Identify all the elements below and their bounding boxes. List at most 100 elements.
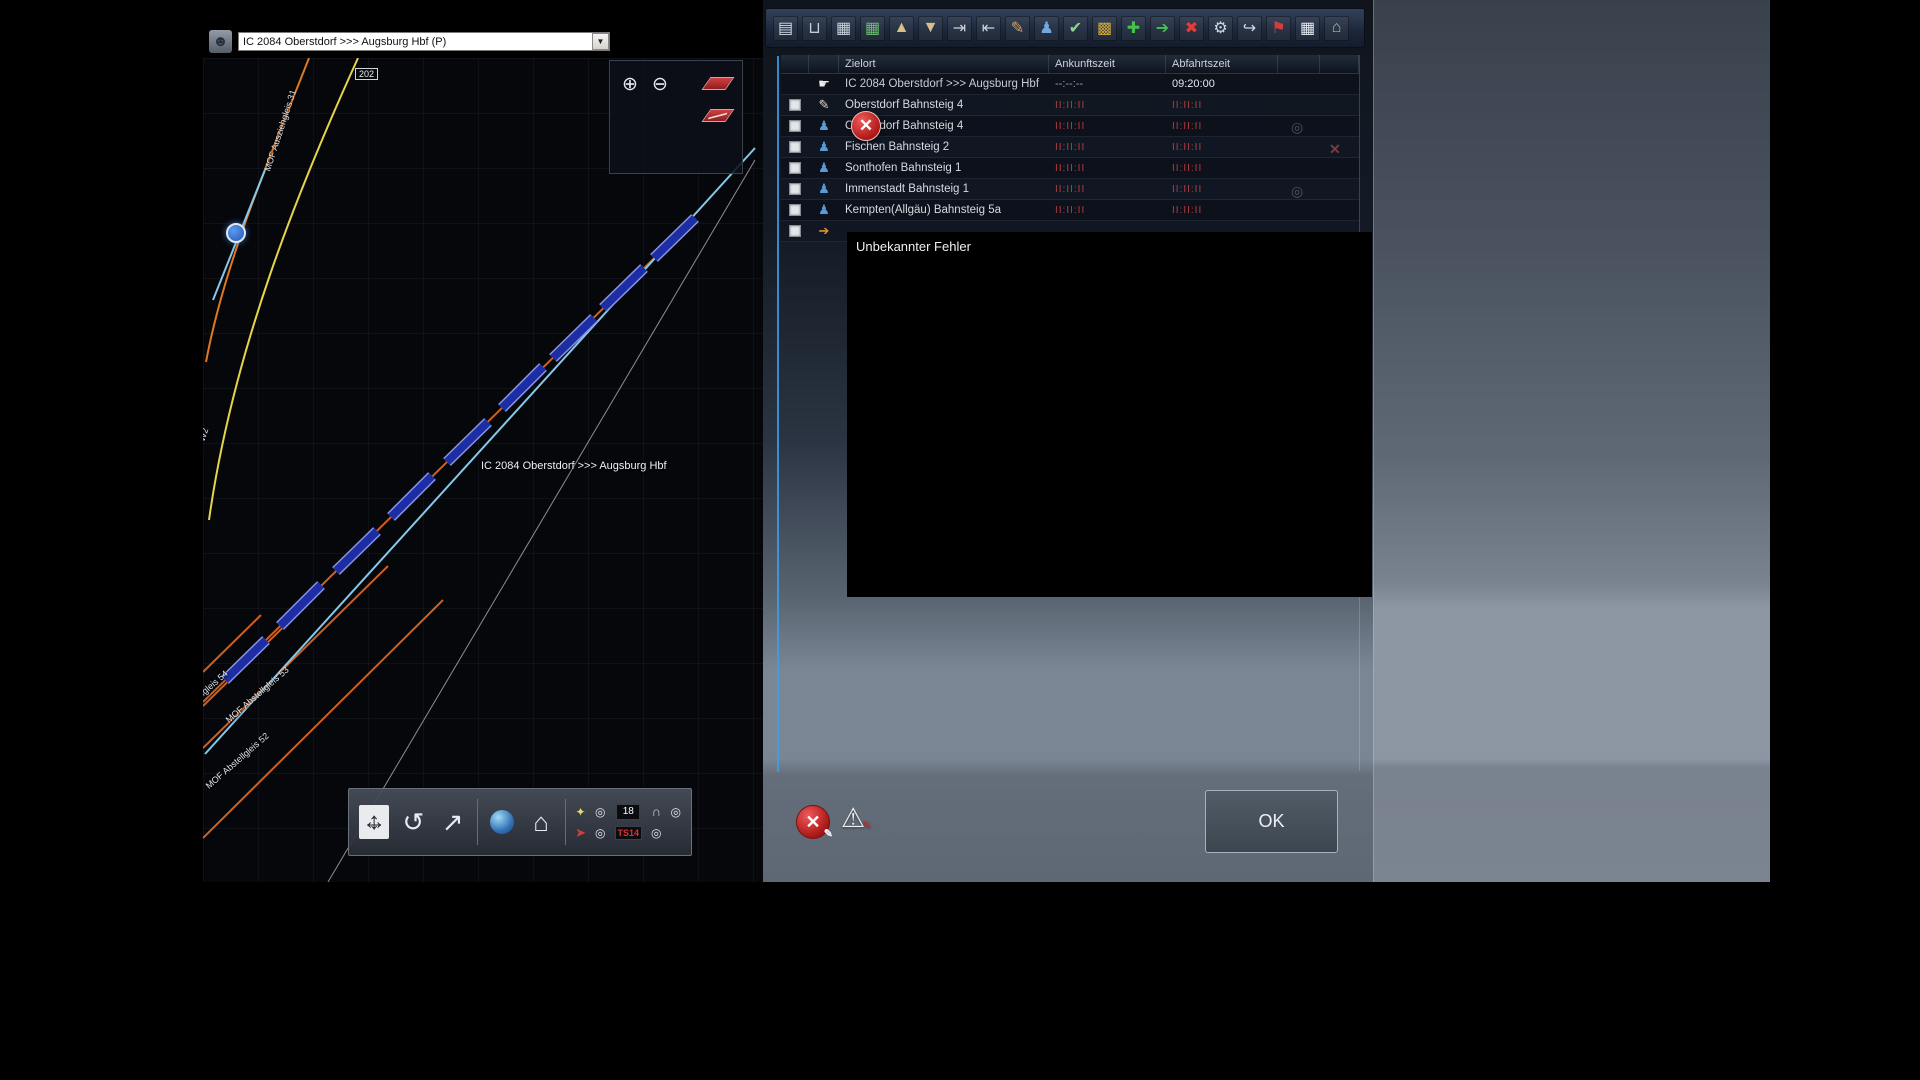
move-up-button[interactable]: ▲ [889,16,914,41]
row-arrival: II:II:II [1049,163,1166,174]
train-route-label: IC 2084 Oberstdorf >>> Augsburg Hbf [481,460,667,472]
save-button[interactable]: ▤ [773,16,798,41]
row-destination: Immenstadt Bahnsteig 1 [839,183,1049,195]
row-departure: II:II:II [1166,121,1278,132]
zoom-level-value: 18 [616,804,640,820]
row-destination: Kempten(Allgäu) Bahnsteig 5a [839,204,1049,216]
header-abfahrtszeit[interactable]: Abfahrtszeit [1166,55,1278,73]
track-orange-siding-54 [203,615,261,672]
shift-left-button[interactable]: ⇤ [976,16,1001,41]
row-checkbox[interactable] [789,99,801,111]
route-arrow-icon[interactable]: ➤ [575,825,586,841]
globe-button[interactable] [487,805,517,839]
color-grid-button[interactable]: ▩ [1092,16,1117,41]
move-down-button[interactable]: ▼ [918,16,943,41]
layer-radio-4[interactable]: ◎ [651,826,661,840]
row-checkbox[interactable] [789,183,801,195]
start-route-button[interactable]: ➔ [1150,16,1175,41]
route-selector-dropdown-button[interactable]: ▼ [592,33,609,50]
rotate-view-button[interactable]: ↺ [398,805,428,839]
row-checkbox[interactable] [789,225,801,237]
track-edit-icon[interactable] [701,109,734,122]
header-icon-column [809,55,839,73]
timetable-button[interactable]: ▦ [1295,16,1320,41]
toolbar-divider [565,799,566,845]
row-checkbox[interactable] [789,204,801,216]
passenger-icon: ♟ [818,118,830,134]
depot-button[interactable]: ⌂ [1324,16,1349,41]
map-nav-toolbar: ↔ ↕ ↺ ↗ ⌂ ✦ ◎ 18 ∩ ◎ ➤ ◎ TS14 ◎ [348,788,692,856]
grid-green-button[interactable]: ▦ [860,16,885,41]
ok-button[interactable]: OK [1205,790,1338,853]
header-checkbox-column [781,55,809,73]
table-row-stop[interactable]: ♟ Immenstadt Bahnsteig 1 II:II:II II:II:… [781,179,1359,200]
map-mini-panel: ⊕ ⊖ [609,60,743,174]
confirm-schedule-button[interactable]: ✔ [1063,16,1088,41]
delete-button[interactable]: ⊔ [802,16,827,41]
row-destination: Sonthofen Bahnsteig 1 [839,162,1049,174]
zoom-in-icon[interactable]: ⊕ [622,73,638,96]
home-button[interactable]: ⌂ [526,805,556,839]
passenger-icon: ♟ [818,160,830,176]
track-map-view[interactable]: MOF Ausziehgleis 31 rmarker W2 MOF Abste… [203,0,763,882]
lock-icon[interactable]: ∩ [652,804,661,819]
header-zielort[interactable]: Zielort [839,55,1049,73]
cancel-route-button[interactable]: ✖ [1179,16,1204,41]
zoom-out-icon[interactable]: ⊖ [652,73,668,96]
error-popup-text: Unbekannter Fehler [856,239,971,254]
jump-to-button[interactable]: ↗ [438,805,468,839]
schedule-toolbar: ▤ ⊔ ▦ ▦ ▲ ▼ ⇥ ⇤ ✎ ♟ ✔ ▩ ✚ ➔ ✖ ⚙ ↪ ⚑ ▦ ⌂ [765,8,1365,48]
table-row-train[interactable]: ☛ IC 2084 Oberstdorf >>> Augsburg Hbf --… [781,74,1359,95]
edit-route-button[interactable]: ✎ [1005,16,1030,41]
delete-error-icon[interactable]: ✕ ✎ [796,805,830,839]
row-departure: II:II:II [1166,163,1278,174]
table-row-stop[interactable]: ♟ Kempten(Allgäu) Bahnsteig 5a II:II:II … [781,200,1359,221]
row-destination: Fischen Bahnsteig 2 [839,141,1049,153]
pencil-icon: ✎ [824,827,833,840]
ghost-clock-icon: ◎ [1291,119,1303,136]
pencil-icon: ✎ [862,818,872,832]
passenger-icon: ♟ [818,202,830,218]
row-checkbox[interactable] [789,120,801,132]
error-badge-icon: ✕ [851,111,881,141]
route-selector-input[interactable] [238,32,610,51]
header-ankunftszeit[interactable]: Ankunftszeit [1049,55,1166,73]
passengers-button[interactable]: ♟ [1034,16,1059,41]
add-stop-button[interactable]: ✚ [1121,16,1146,41]
operator-icon: ☻ [209,30,232,53]
row-departure: II:II:II [1166,205,1278,216]
row-departure: II:II:II [1166,184,1278,195]
map-display-options: ✦ ◎ 18 ∩ ◎ ➤ ◎ TS14 ◎ [575,804,681,841]
position-marker[interactable] [226,223,246,243]
ts-version-label: TS14 [615,826,643,840]
pan-tool-button[interactable]: ↔ ↕ [359,805,389,839]
track-ribbon-icon[interactable] [701,77,734,90]
header-extra-2 [1320,55,1359,73]
shift-right-button[interactable]: ⇥ [947,16,972,41]
flag-button[interactable]: ⚑ [1266,16,1291,41]
passenger-icon: ♟ [818,181,830,197]
pointer-hand-icon: ☛ [818,76,830,92]
signal-layer-icon[interactable]: ✦ [576,805,586,819]
import-button[interactable]: ↪ [1237,16,1262,41]
header-extra-1 [1278,55,1320,73]
edit-warning-icon[interactable]: ⚠ ✎ [841,803,865,834]
ghost-clock-icon: ◎ [1291,183,1303,200]
settings-doc-button[interactable]: ⚙ [1208,16,1233,41]
grid-small-button[interactable]: ▦ [831,16,856,41]
row-checkbox[interactable] [789,141,801,153]
row-checkbox[interactable] [789,162,801,174]
schedule-panel: ▤ ⊔ ▦ ▦ ▲ ▼ ⇥ ⇤ ✎ ♟ ✔ ▩ ✚ ➔ ✖ ⚙ ↪ ⚑ ▦ ⌂ … [763,0,1373,882]
layer-radio-1[interactable]: ◎ [595,805,605,819]
row-arrival: --:--:-- [1049,78,1166,90]
layer-radio-2[interactable]: ◎ [671,805,681,819]
layer-radio-3[interactable]: ◎ [595,826,605,840]
track-gray [328,160,755,882]
row-arrival: II:II:II [1049,121,1166,132]
train-blocks[interactable] [225,218,695,680]
panel-accent-line [777,56,779,772]
row-arrival: II:II:II [1049,205,1166,216]
table-row-stop[interactable]: ♟ Sonthofen Bahnsteig 1 II:II:II II:II:I… [781,158,1359,179]
globe-icon [490,810,514,834]
row-departure: II:II:II [1166,100,1278,111]
